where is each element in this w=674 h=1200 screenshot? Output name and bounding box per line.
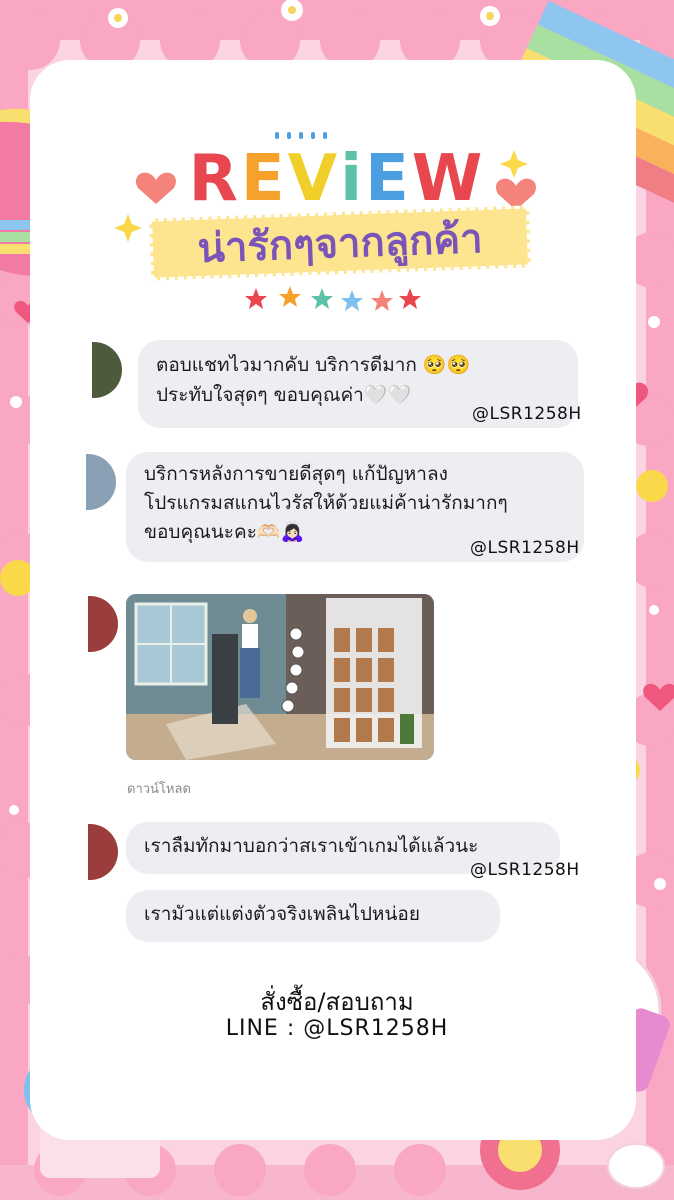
review-handle: @LSR1258H [472, 404, 582, 424]
review-handle: @LSR1258H [470, 860, 580, 880]
review-title: REViEW [0, 142, 674, 216]
title-letter: i [340, 142, 366, 216]
game-screenshot-image [126, 594, 434, 760]
review-bubble: เรามัวแต่แต่งตัวจริงเพลินไปหน่อย [126, 890, 500, 942]
download-label[interactable]: ดาวน์โหลด [127, 778, 191, 799]
title-letter: V [287, 142, 341, 216]
review-subtitle: น่ารักๆจากลูกค้า [149, 205, 531, 281]
review-handle: @LSR1258H [470, 538, 580, 558]
review-poster: REViEW น่ารักๆจากลูกค้า ตอบแชทไวมากคับ บ… [0, 0, 674, 1200]
line-contact: LINE : @LSR1258H [225, 1016, 449, 1041]
title-letter: R [188, 142, 241, 216]
title-letter: E [240, 142, 288, 216]
game-screenshot [126, 594, 434, 760]
title-letter: E [365, 142, 412, 216]
title-letter: W [411, 142, 486, 216]
